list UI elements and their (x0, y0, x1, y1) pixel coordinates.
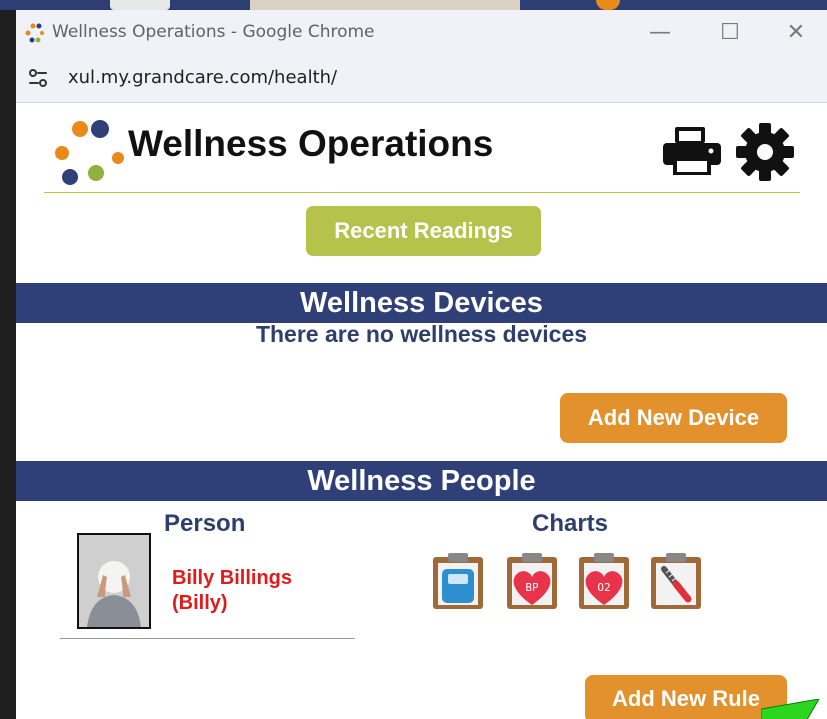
add-new-device-button[interactable]: Add New Device (560, 393, 787, 443)
minimize-button[interactable]: — (640, 16, 680, 48)
background-window-edge (110, 0, 170, 10)
print-icon[interactable] (661, 125, 723, 177)
cursor-arrow-icon (761, 699, 820, 719)
no-devices-message: There are no wellness devices (255, 321, 588, 347)
address-bar: xul.my.grandcare.com/health/ (16, 54, 827, 103)
tune-icon[interactable] (26, 66, 50, 90)
maximize-button[interactable]: ☐ (710, 16, 750, 48)
person-full-name: Billy Billings (172, 567, 293, 589)
weight-scale-chart-icon[interactable] (430, 551, 486, 611)
thermometer-chart-icon[interactable] (648, 551, 704, 611)
wellness-people-heading: Wellness People (16, 461, 827, 501)
add-new-rule-button[interactable]: Add New Rule (585, 675, 787, 719)
url-text[interactable]: xul.my.grandcare.com/health/ (68, 67, 337, 88)
desktop-background-left (0, 0, 16, 719)
person-nickname: (Billy) (172, 592, 228, 614)
row-divider (60, 638, 355, 639)
charts-column-header: Charts (532, 510, 609, 537)
browser-window: Wellness Operations - Google Chrome — ☐ … (16, 10, 827, 719)
page-title: Wellness Operations (128, 123, 494, 164)
title-bar: Wellness Operations - Google Chrome — ☐ … (16, 10, 827, 54)
avatar[interactable] (77, 533, 151, 629)
background-window-edge (250, 0, 520, 10)
wellness-devices-heading: Wellness Devices (16, 283, 827, 323)
gear-icon[interactable] (734, 121, 796, 183)
app-favicon-icon (25, 23, 44, 43)
oxygen-label: O2 (597, 581, 610, 594)
bp-label: BP (525, 581, 539, 594)
recent-readings-button[interactable]: Recent Readings (306, 206, 541, 256)
page-content: Wellness Operations Recent Readings Well… (16, 103, 827, 719)
window-title: Wellness Operations - Google Chrome (52, 22, 375, 42)
header-divider (44, 192, 800, 193)
person-column-header: Person (164, 510, 246, 537)
oxygen-chart-icon[interactable]: O2 (576, 551, 632, 611)
blood-pressure-chart-icon[interactable]: BP (504, 551, 560, 611)
person-name-link[interactable]: Billy Billings (Billy) (172, 566, 292, 616)
close-button[interactable]: ✕ (776, 16, 816, 48)
grandcare-logo-icon (55, 120, 124, 185)
person-photo-icon (79, 535, 149, 627)
